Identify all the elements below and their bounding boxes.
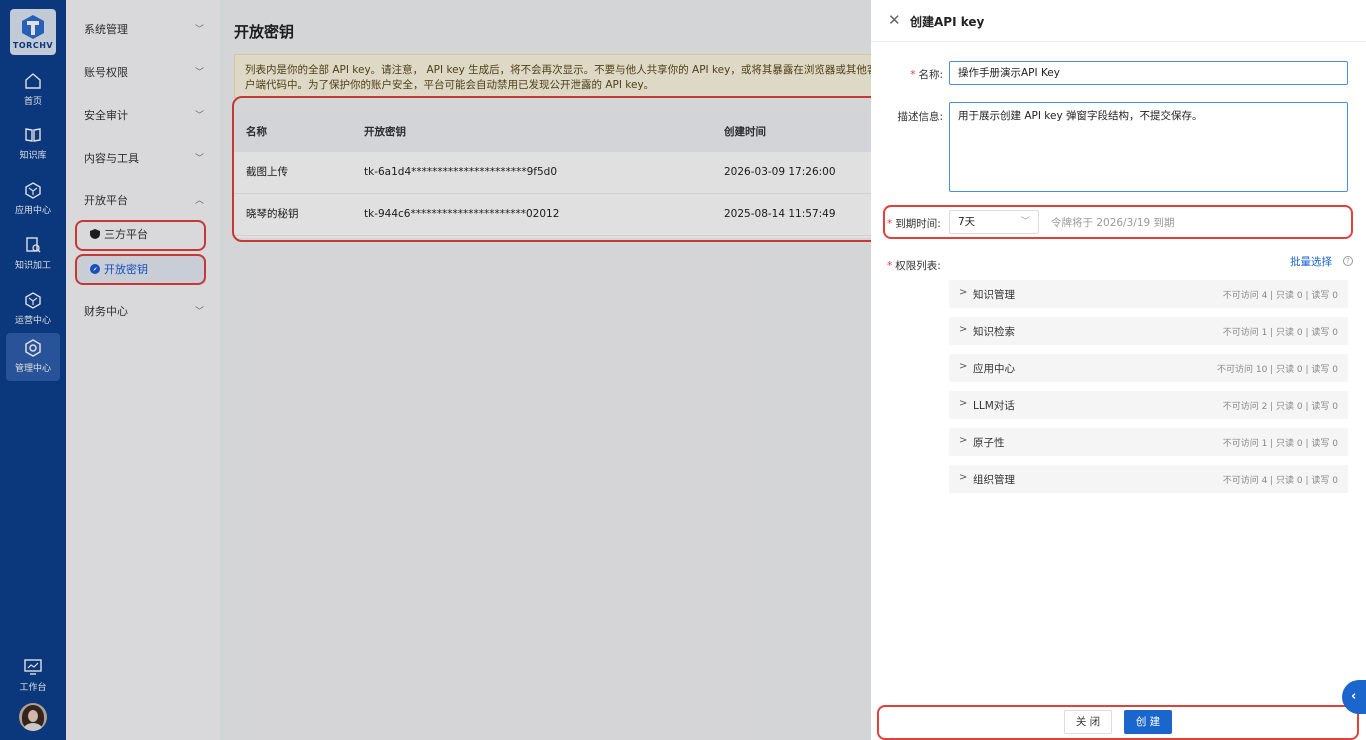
desc-label: 描述信息: [897, 111, 943, 123]
permission-stats: 不可访问 1 | 只读 0 | 读写 0 [1222, 328, 1338, 338]
drawer-header: ✕ 创建API key [871, 0, 1366, 42]
permission-name: 知识检索 [973, 326, 1015, 338]
chevron-down-icon: ﹀ [1020, 217, 1030, 227]
close-icon[interactable]: ✕ [888, 13, 901, 28]
chevron-right-icon: > [959, 435, 968, 446]
permissions-label: * 权限列表: [887, 260, 941, 272]
permission-group[interactable]: > LLM对话 不可访问 2 | 只读 0 | 读写 0 [949, 391, 1348, 419]
permission-group[interactable]: > 应用中心 不可访问 10 | 只读 0 | 读写 0 [949, 354, 1348, 382]
chevron-left-icon: ‹ [1351, 689, 1357, 704]
permission-name: 应用中心 [973, 363, 1015, 375]
name-input[interactable]: 操作手册演示API Key [949, 61, 1348, 85]
close-button[interactable]: 关 闭 [1064, 710, 1112, 734]
chevron-right-icon: > [959, 287, 968, 298]
batch-select-link[interactable]: 批量选择 [1290, 254, 1332, 269]
permission-name: 原子性 [973, 437, 1005, 449]
expire-value: 7天 [958, 216, 976, 228]
expire-select[interactable]: 7天 ﹀ [949, 210, 1039, 234]
permission-stats: 不可访问 1 | 只读 0 | 读写 0 [1222, 439, 1338, 449]
chevron-right-icon: > [959, 398, 968, 409]
expire-label: * 到期时间: [887, 218, 941, 230]
permission-name: 组织管理 [973, 474, 1015, 486]
expire-hint: 令牌将于 2026/3/19 到期 [1051, 217, 1175, 229]
permission-group[interactable]: > 组织管理 不可访问 4 | 只读 0 | 读写 0 [949, 465, 1348, 493]
permission-group[interactable]: > 知识检索 不可访问 1 | 只读 0 | 读写 0 [949, 317, 1348, 345]
permission-group[interactable]: > 知识管理 不可访问 4 | 只读 0 | 读写 0 [949, 280, 1348, 308]
permission-stats: 不可访问 10 | 只读 0 | 读写 0 [1217, 365, 1338, 375]
name-label: * 名称: [910, 69, 943, 81]
drawer-title: 创建API key [910, 15, 985, 29]
description-textarea[interactable]: 用于展示创建 API key 弹窗字段结构，不提交保存。 [949, 102, 1348, 192]
chevron-right-icon: > [959, 324, 968, 335]
chevron-right-icon: > [959, 361, 968, 372]
permission-name: LLM对话 [973, 400, 1015, 412]
permission-stats: 不可访问 4 | 只读 0 | 读写 0 [1222, 476, 1338, 486]
permission-stats: 不可访问 4 | 只读 0 | 读写 0 [1222, 291, 1338, 301]
permission-group[interactable]: > 原子性 不可访问 1 | 只读 0 | 读写 0 [949, 428, 1348, 456]
modal-overlay[interactable] [0, 0, 871, 740]
permission-stats: 不可访问 2 | 只读 0 | 读写 0 [1222, 402, 1338, 412]
help-icon[interactable]: ? [1343, 256, 1353, 266]
chevron-right-icon: > [959, 472, 968, 483]
create-api-key-drawer: ✕ 创建API key * 名称: 操作手册演示API Key 描述信息: 用于展… [871, 0, 1366, 740]
create-button[interactable]: 创 建 [1124, 710, 1172, 734]
permission-name: 知识管理 [973, 289, 1015, 301]
